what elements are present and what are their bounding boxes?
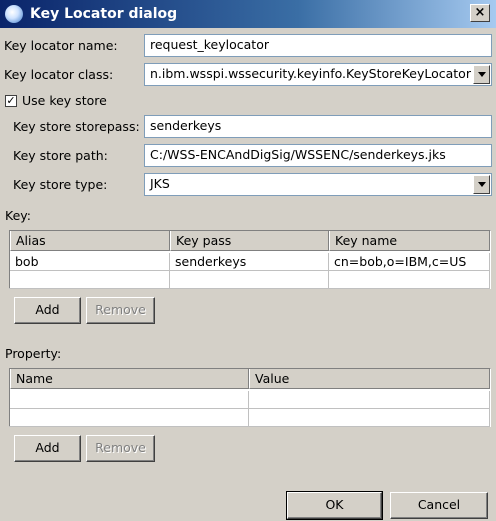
key-locator-class-select[interactable]: n.ibm.wsspi.wssecurity.keyinfo.KeyStoreK…	[144, 63, 492, 86]
table-cell-alias[interactable]: bob	[10, 253, 170, 271]
table-cell-empty[interactable]	[10, 391, 249, 409]
window-title: Key Locator dialog	[30, 6, 178, 22]
property-remove-button[interactable]: Remove	[86, 435, 155, 462]
key-locator-name-value: request_keylocator	[150, 37, 269, 52]
key-store-path-label: Key store path:	[13, 148, 108, 163]
key-locator-class-value: n.ibm.wsspi.wssecurity.keyinfo.KeyStoreK…	[150, 66, 471, 81]
key-store-storepass-label: Key store storepass:	[13, 119, 140, 134]
key-store-path-value: C:/WSS-ENCAndDigSig/WSSENC/senderkeys.jk…	[150, 147, 446, 162]
key-add-button[interactable]: Add	[14, 297, 81, 324]
use-key-store-checkbox[interactable]: ✓	[5, 95, 17, 107]
ok-button[interactable]: OK	[286, 491, 383, 520]
key-store-type-value: JKS	[150, 176, 170, 191]
cancel-button[interactable]: Cancel	[390, 492, 488, 519]
key-store-storepass-value: senderkeys	[150, 118, 222, 133]
column-header-key-pass[interactable]: Key pass	[170, 231, 329, 251]
key-store-path-input[interactable]: C:/WSS-ENCAndDigSig/WSSENC/senderkeys.jk…	[144, 144, 492, 167]
property-add-button[interactable]: Add	[14, 435, 81, 462]
table-cell-empty[interactable]	[170, 271, 329, 289]
key-locator-name-label: Key locator name:	[4, 38, 118, 53]
table-cell-empty[interactable]	[10, 409, 249, 427]
table-cell-key-pass[interactable]: senderkeys	[170, 253, 329, 271]
key-store-type-select[interactable]: JKS	[144, 173, 492, 196]
column-header-name[interactable]: Name	[10, 369, 249, 389]
app-icon	[5, 5, 23, 23]
property-section-label: Property:	[5, 346, 62, 361]
key-section-label: Key:	[5, 208, 31, 223]
title-bar: Key Locator dialog ×	[0, 0, 496, 28]
table-cell-empty[interactable]	[249, 409, 490, 427]
column-header-key-name[interactable]: Key name	[329, 231, 490, 251]
use-key-store-label: Use key store	[22, 93, 107, 108]
close-button[interactable]: ×	[470, 4, 490, 22]
chevron-down-icon[interactable]	[473, 65, 490, 84]
key-remove-button[interactable]: Remove	[86, 297, 155, 324]
table-cell-empty[interactable]	[329, 271, 490, 289]
column-header-alias[interactable]: Alias	[10, 231, 170, 251]
table-cell-key-name[interactable]: cn=bob,o=IBM,c=US	[329, 253, 490, 271]
key-table[interactable]: Alias Key pass Key name bob senderkeys c…	[9, 230, 491, 289]
column-header-value[interactable]: Value	[249, 369, 490, 389]
table-cell-empty[interactable]	[10, 271, 170, 289]
property-table[interactable]: Name Value	[9, 368, 491, 427]
chevron-down-icon[interactable]	[473, 175, 490, 194]
key-store-storepass-input[interactable]: senderkeys	[144, 115, 492, 138]
key-locator-class-label: Key locator class:	[4, 67, 114, 82]
key-locator-name-input[interactable]: request_keylocator	[144, 34, 492, 57]
table-cell-empty[interactable]	[249, 391, 490, 409]
key-store-type-label: Key store type:	[13, 177, 108, 192]
